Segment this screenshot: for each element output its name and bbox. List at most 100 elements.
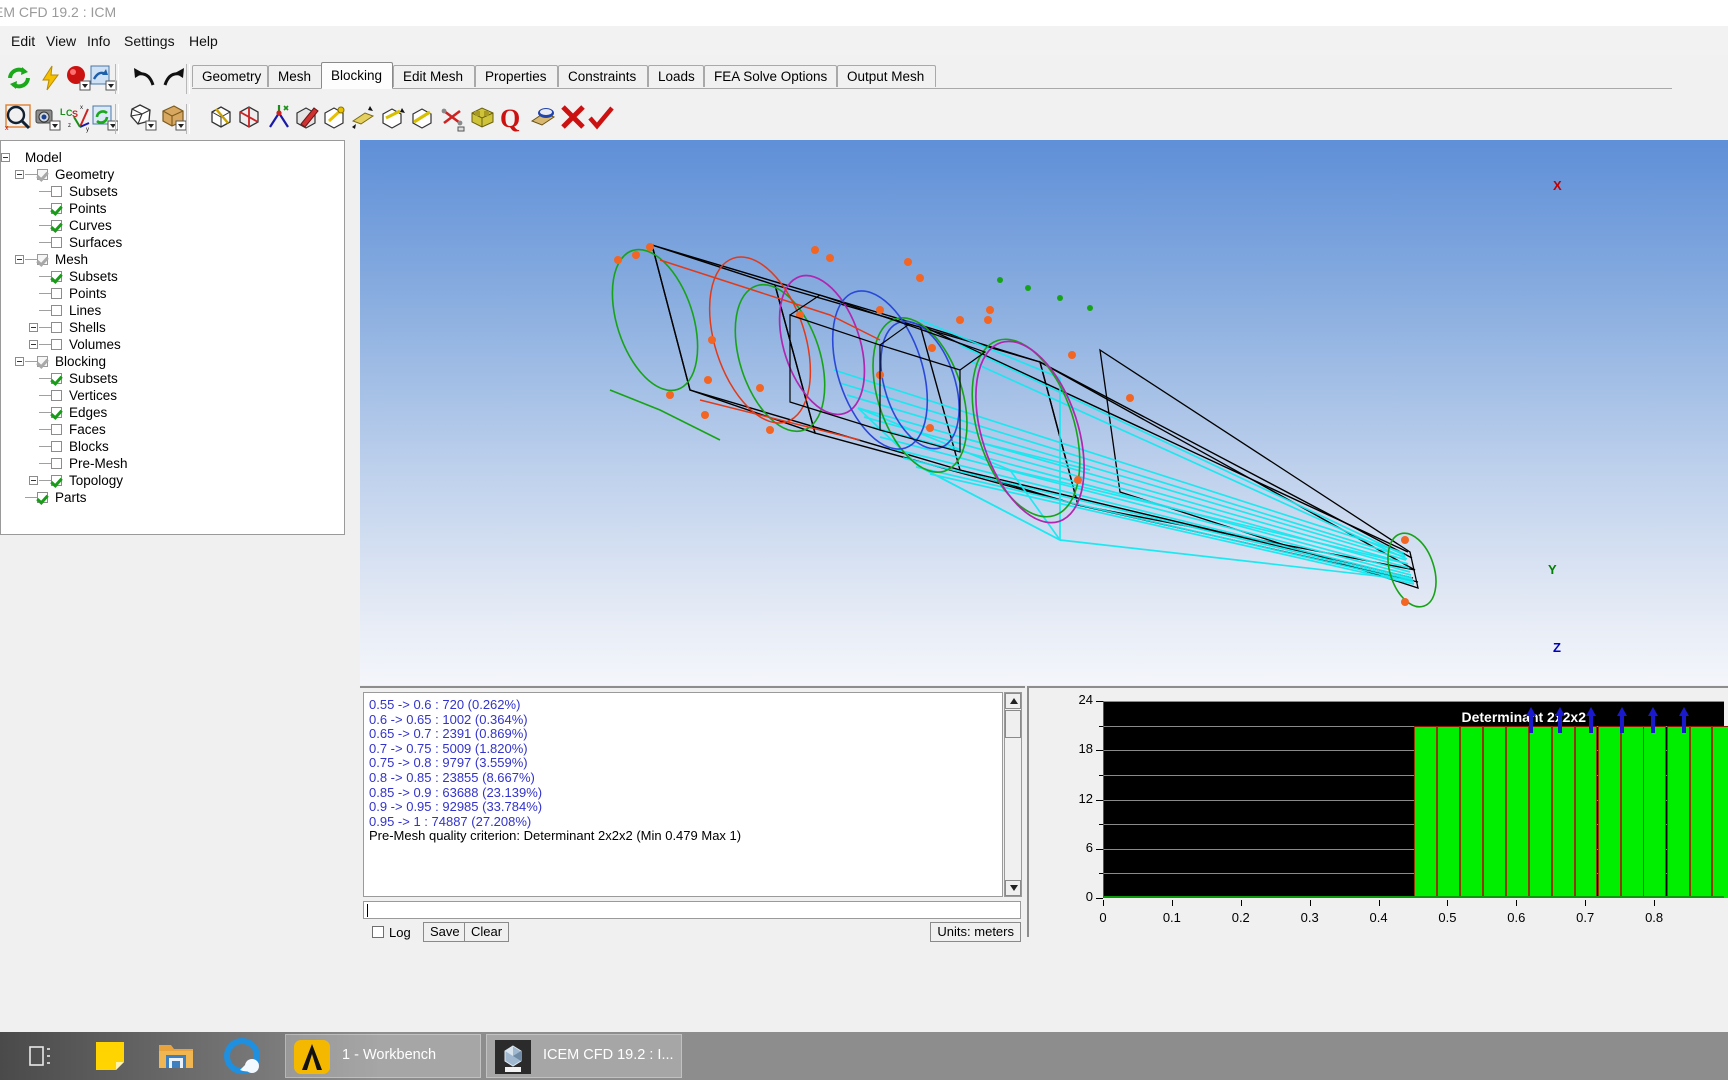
- histogram-bar[interactable]: [1574, 726, 1598, 898]
- histogram-bar[interactable]: [1597, 726, 1621, 898]
- message-log-scrollbar[interactable]: [1004, 692, 1022, 897]
- menu-item-help[interactable]: Help: [184, 32, 223, 50]
- histogram-bar[interactable]: [1414, 726, 1437, 898]
- expander-icon[interactable]: [15, 357, 24, 366]
- menu-item-view[interactable]: View: [41, 32, 81, 50]
- histogram-bar[interactable]: [1529, 726, 1552, 898]
- expander-icon[interactable]: [29, 340, 38, 349]
- undo-icon[interactable]: [130, 63, 160, 93]
- tree-checkbox[interactable]: [51, 407, 62, 418]
- histogram-bar[interactable]: [1666, 726, 1690, 898]
- tree-item-topology[interactable]: Topology: [1, 472, 341, 489]
- tree-item-blocking[interactable]: Blocking: [1, 353, 341, 370]
- tree-item-subsets[interactable]: Subsets: [1, 268, 341, 285]
- tree-item-vertices[interactable]: Vertices: [1, 387, 341, 404]
- histogram-bar[interactable]: [1436, 726, 1460, 898]
- tree-item-volumes[interactable]: Volumes: [1, 336, 341, 353]
- tree-checkbox[interactable]: [51, 186, 62, 197]
- scroll-up-button[interactable]: [1005, 693, 1021, 709]
- command-input[interactable]: [363, 901, 1021, 919]
- tab-geometry[interactable]: Geometry: [192, 65, 268, 87]
- zoom-fit-icon[interactable]: x: [4, 103, 34, 133]
- tree-checkbox[interactable]: [51, 271, 62, 282]
- menu-item-settings[interactable]: Settings: [119, 32, 180, 50]
- browser-icon[interactable]: [222, 1036, 264, 1076]
- menu-item-edit[interactable]: Edit: [6, 32, 40, 50]
- tree-checkbox[interactable]: [51, 424, 62, 435]
- delete-block-icon[interactable]: [558, 103, 588, 133]
- message-log[interactable]: 0.55 -> 0.6 : 720 (0.262%) 0.6 -> 0.65 : …: [363, 692, 1003, 897]
- expander-icon[interactable]: [29, 323, 38, 332]
- histogram-bar[interactable]: [1551, 726, 1575, 898]
- premesh-icon[interactable]: Q: [498, 103, 528, 133]
- tree-item-surfaces[interactable]: Surfaces: [1, 234, 341, 251]
- tree-checkbox[interactable]: [51, 475, 62, 486]
- tree-checkbox[interactable]: [51, 203, 62, 214]
- expander-icon[interactable]: [1, 153, 10, 162]
- camera-icon[interactable]: [32, 103, 62, 133]
- transform-block-icon[interactable]: [378, 103, 408, 133]
- premesh-params-icon[interactable]: [438, 103, 468, 133]
- tree-checkbox[interactable]: [51, 441, 62, 452]
- clear-button[interactable]: Clear: [464, 922, 510, 942]
- create-block-icon[interactable]: [206, 103, 236, 133]
- tree-checkbox[interactable]: [37, 492, 48, 503]
- redo-icon[interactable]: [158, 63, 188, 93]
- associate-icon[interactable]: [320, 103, 350, 133]
- scroll-down-button[interactable]: [1005, 880, 1021, 896]
- taskbar-window-workbench[interactable]: 1 - Workbench: [285, 1034, 481, 1078]
- expander-icon[interactable]: [15, 255, 24, 264]
- tree-checkbox[interactable]: [51, 288, 62, 299]
- taskbar-window-icemcfd[interactable]: ICEM CFD 19.2 : I...: [486, 1034, 682, 1078]
- tab-output-mesh[interactable]: Output Mesh: [837, 65, 936, 87]
- tree-item-points[interactable]: Points: [1, 200, 341, 217]
- histogram-plot-area[interactable]: Determinant 2x2x2: [1103, 701, 1728, 898]
- refresh-icon[interactable]: [4, 63, 34, 93]
- tree-item-parts[interactable]: Parts: [1, 489, 341, 506]
- tab-edit-mesh[interactable]: Edit Mesh: [393, 65, 475, 87]
- tree-checkbox[interactable]: [37, 356, 48, 367]
- save-button[interactable]: Save: [423, 922, 467, 942]
- log-checkbox[interactable]: [372, 926, 384, 938]
- tree-checkbox[interactable]: [51, 339, 62, 350]
- split-block-icon[interactable]: [234, 103, 264, 133]
- tree-checkbox[interactable]: [51, 305, 62, 316]
- histogram-bar[interactable]: [1460, 726, 1484, 898]
- tree-checkbox[interactable]: [51, 373, 62, 384]
- lcs-axes-icon[interactable]: LCSxzy: [60, 103, 90, 133]
- tree-item-geometry[interactable]: Geometry: [1, 166, 341, 183]
- histogram-bar[interactable]: [1505, 726, 1529, 898]
- tab-loads[interactable]: Loads: [648, 65, 704, 87]
- histogram-bar[interactable]: [1482, 726, 1506, 898]
- mark-icon[interactable]: [586, 103, 616, 133]
- tree-item-edges[interactable]: Edges: [1, 404, 341, 421]
- sticky-notes-icon[interactable]: [90, 1036, 130, 1076]
- move-vertex-icon[interactable]: [348, 103, 378, 133]
- histogram-bar[interactable]: [1620, 726, 1644, 898]
- 3d-viewport[interactable]: X Y Z: [360, 140, 1728, 685]
- tree-checkbox[interactable]: [51, 220, 62, 231]
- tree-checkbox[interactable]: [37, 169, 48, 180]
- tree-checkbox[interactable]: [51, 237, 62, 248]
- tree-item-faces[interactable]: Faces: [1, 421, 341, 438]
- tree-item-pre-mesh[interactable]: Pre-Mesh: [1, 455, 341, 472]
- tree-item-lines[interactable]: Lines: [1, 302, 341, 319]
- check-blocks-icon[interactable]: [528, 103, 558, 133]
- tree-item-blocks[interactable]: Blocks: [1, 438, 341, 455]
- tab-mesh[interactable]: Mesh: [268, 65, 323, 87]
- merge-vertices-icon[interactable]: [264, 103, 294, 133]
- wireframe-icon[interactable]: [128, 103, 158, 133]
- histogram-bar[interactable]: [1689, 726, 1713, 898]
- tree-checkbox[interactable]: [51, 390, 62, 401]
- task-view-icon[interactable]: [20, 1036, 60, 1076]
- edge-params-icon[interactable]: [408, 103, 438, 133]
- expander-icon[interactable]: [29, 476, 38, 485]
- tree-checkbox[interactable]: [51, 458, 62, 469]
- tree-item-model[interactable]: Model: [1, 149, 341, 166]
- file-explorer-icon[interactable]: [155, 1036, 197, 1076]
- tree-item-subsets[interactable]: Subsets: [1, 183, 341, 200]
- tab-blocking[interactable]: Blocking: [321, 62, 393, 89]
- scrollbar-thumb[interactable]: [1005, 710, 1021, 738]
- tree-checkbox[interactable]: [51, 322, 62, 333]
- expander-icon[interactable]: [15, 170, 24, 179]
